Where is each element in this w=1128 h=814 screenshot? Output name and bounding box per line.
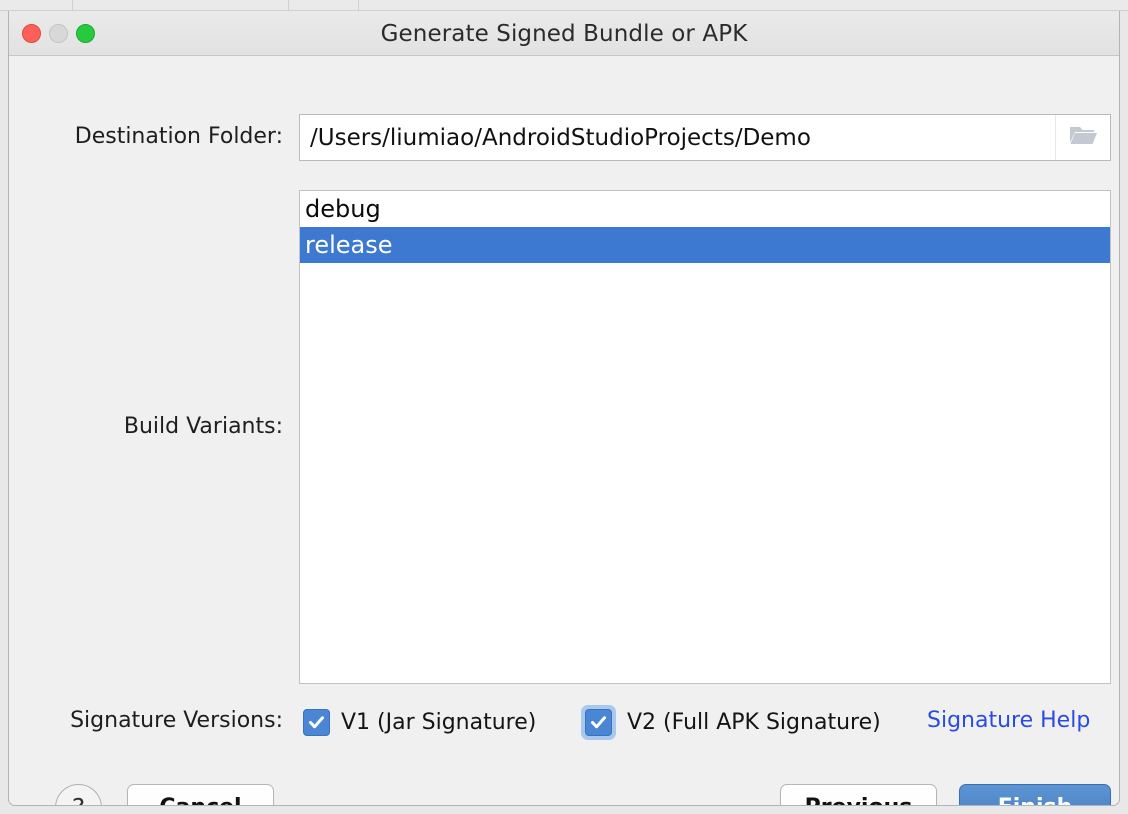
signature-help-link[interactable]: Signature Help bbox=[927, 708, 1090, 733]
signature-v1-label: V1 (Jar Signature) bbox=[341, 709, 537, 735]
signature-v1-checkbox[interactable] bbox=[303, 708, 330, 736]
previous-button[interactable]: Previous bbox=[780, 784, 937, 805]
window-title: Generate Signed Bundle or APK bbox=[380, 21, 748, 47]
signature-versions-label: Signature Versions: bbox=[70, 708, 283, 733]
signature-v2-focus-ring bbox=[581, 704, 616, 740]
browse-folder-button[interactable] bbox=[1055, 115, 1110, 160]
finish-button[interactable]: Finish bbox=[959, 784, 1111, 805]
signature-v1-row[interactable]: V1 (Jar Signature) bbox=[303, 701, 536, 743]
build-variants-label: Build Variants: bbox=[123, 414, 283, 439]
generate-signed-bundle-dialog: Generate Signed Bundle or APK Destinatio… bbox=[8, 11, 1120, 806]
title-bar: Generate Signed Bundle or APK bbox=[9, 11, 1119, 56]
list-item[interactable]: release bbox=[300, 227, 1110, 263]
build-variants-list[interactable]: debug release bbox=[299, 190, 1111, 684]
destination-folder-label: Destination Folder: bbox=[74, 124, 283, 149]
folder-icon bbox=[1068, 124, 1098, 152]
signature-v2-label: V2 (Full APK Signature) bbox=[627, 709, 881, 735]
cancel-button[interactable]: Cancel bbox=[127, 784, 274, 805]
signature-v2-row[interactable]: V2 (Full APK Signature) bbox=[581, 701, 881, 743]
destination-folder-field[interactable]: /Users/liumiao/AndroidStudioProjects/Dem… bbox=[299, 114, 1111, 161]
dialog-content: Destination Folder: /Users/liumiao/Andro… bbox=[9, 56, 1119, 805]
help-button[interactable]: ? bbox=[55, 784, 102, 805]
signature-v2-checkbox[interactable] bbox=[585, 708, 612, 736]
list-item[interactable]: debug bbox=[300, 191, 1110, 227]
destination-folder-input[interactable]: /Users/liumiao/AndroidStudioProjects/Dem… bbox=[300, 125, 1055, 151]
